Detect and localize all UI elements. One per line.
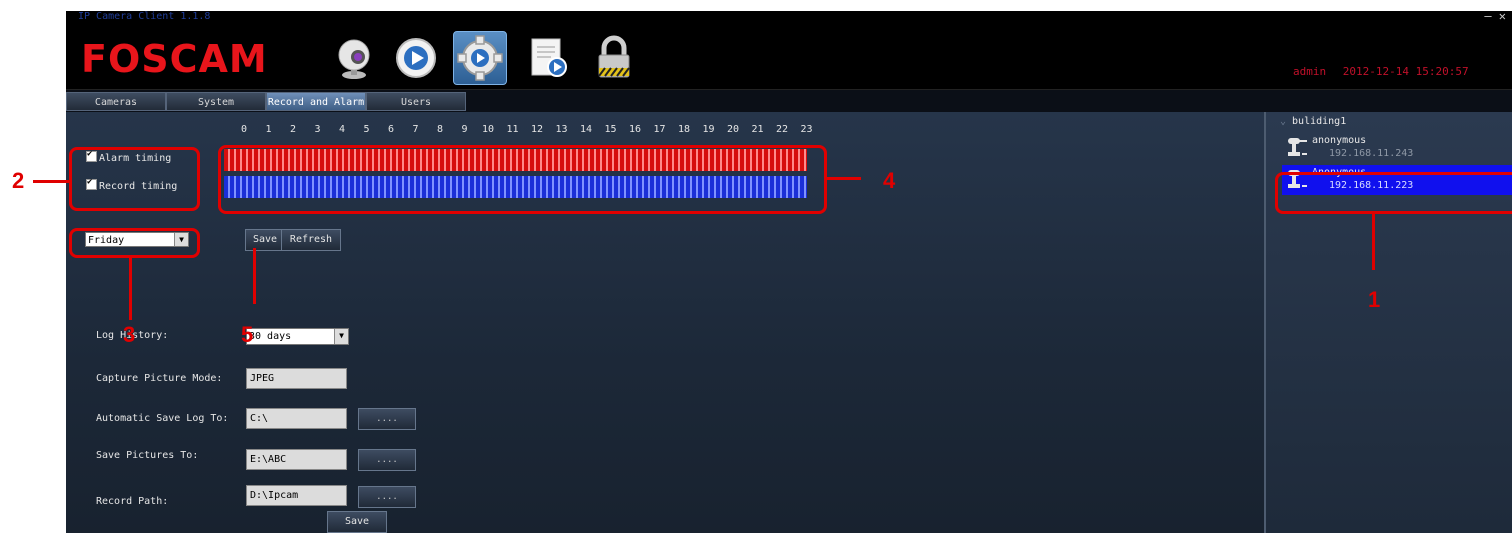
callout-number-5: 5	[241, 322, 254, 347]
callout-line-3	[129, 258, 132, 320]
ip-camera-client-window: IP Camera Client 1.1.8 — ✕ FOSCAM admin …	[66, 11, 1512, 533]
hour-tick-label: 23	[800, 124, 813, 135]
hour-tick-label: 0	[241, 124, 248, 135]
callout-number-4: 4	[883, 168, 896, 193]
hour-tick-label: 16	[629, 124, 642, 135]
callout-line-2	[33, 180, 69, 183]
user-datetime: admin 2012-12-14 15:20:57	[1293, 65, 1469, 78]
hour-tick-label: 12	[531, 124, 544, 135]
hour-tick-label: 14	[580, 124, 593, 135]
hour-tick-label: 11	[506, 124, 519, 135]
tab-cameras[interactable]: Cameras	[66, 92, 166, 111]
hour-tick-label: 13	[555, 124, 568, 135]
foscam-logo: FOSCAM	[81, 37, 268, 81]
refresh-button[interactable]: Refresh	[281, 229, 341, 251]
save-log-label: Automatic Save Log To:	[96, 413, 229, 424]
webcam-icon[interactable]	[331, 35, 377, 81]
callout-box-2	[69, 147, 200, 211]
log-history-value: 30 days	[249, 331, 292, 342]
hour-tick-label: 1	[265, 124, 272, 135]
chevron-down-icon: ⌄	[1280, 116, 1287, 127]
log-document-icon[interactable]	[526, 35, 572, 81]
callout-box-4	[218, 145, 827, 214]
hour-tick-label: 19	[702, 124, 715, 135]
camera-name: anonymous	[1312, 135, 1367, 146]
hour-tick-label: 18	[678, 124, 691, 135]
hour-tick-label: 10	[482, 124, 495, 135]
hour-tick-label: 9	[461, 124, 468, 135]
log-history-select[interactable]: 30 days ▼	[246, 328, 349, 345]
tab-bar: Cameras System Record and Alarm Users	[66, 89, 1512, 112]
save-pictures-browse-button[interactable]: ....	[358, 449, 416, 471]
save-log-browse-button[interactable]: ....	[358, 408, 416, 430]
chevron-down-icon: ▼	[334, 329, 348, 344]
callout-box-3	[69, 228, 200, 258]
gear-icon[interactable]	[453, 31, 507, 85]
lock-icon[interactable]	[591, 35, 637, 81]
save-settings-button[interactable]: Save	[327, 511, 387, 533]
callout-number-1: 1	[1368, 287, 1381, 312]
camera-icon	[1288, 138, 1307, 156]
record-path-field[interactable]: D:\Ipcam	[246, 485, 347, 506]
tree-group-building[interactable]: ⌄ buliding1	[1280, 116, 1346, 127]
callout-number-3: 3	[123, 322, 136, 347]
tab-users[interactable]: Users	[366, 92, 466, 111]
callout-line-5	[253, 248, 256, 304]
save-schedule-button[interactable]: Save	[245, 229, 285, 251]
tab-system[interactable]: System	[166, 92, 266, 111]
hour-tick-label: 4	[339, 124, 346, 135]
hour-tick-label: 22	[776, 124, 789, 135]
callout-number-2: 2	[12, 168, 25, 193]
callout-line-4	[827, 177, 861, 180]
hour-tick-label: 17	[653, 124, 666, 135]
capture-mode-field: JPEG	[246, 368, 347, 389]
title-bar: IP Camera Client 1.1.8 — ✕	[66, 11, 1512, 25]
header: FOSCAM admin 2012-12-14 15:20:57	[66, 25, 1512, 89]
play-icon[interactable]	[393, 35, 439, 81]
hour-tick-label: 3	[314, 124, 321, 135]
hour-tick-label: 21	[751, 124, 764, 135]
camera-ip: 192.168.11.243	[1329, 148, 1414, 159]
window-title: IP Camera Client 1.1.8	[78, 11, 211, 22]
hour-tick-label: 2	[290, 124, 297, 135]
tab-record-and-alarm[interactable]: Record and Alarm	[266, 92, 366, 111]
callout-box-1	[1275, 172, 1512, 214]
datetime: 2012-12-14 15:20:57	[1342, 65, 1469, 78]
save-pictures-label: Save Pictures To:	[96, 450, 199, 461]
camera-item[interactable]: anonymous 192.168.11.243	[1282, 133, 1512, 163]
save-log-field[interactable]: C:\	[246, 408, 347, 429]
hour-tick-label: 6	[388, 124, 395, 135]
hour-tick-label: 5	[363, 124, 370, 135]
window-controls[interactable]: — ✕	[1484, 11, 1506, 23]
hour-tick-label: 8	[437, 124, 444, 135]
group-name: buliding1	[1292, 116, 1347, 127]
record-path-label: Record Path:	[96, 496, 169, 507]
hour-tick-label: 15	[604, 124, 617, 135]
record-path-browse-button[interactable]: ....	[358, 486, 416, 508]
hour-tick-label: 20	[727, 124, 740, 135]
username: admin	[1293, 65, 1327, 78]
hour-tick-label: 7	[412, 124, 419, 135]
callout-line-1	[1372, 214, 1375, 270]
save-pictures-field[interactable]: E:\ABC	[246, 449, 347, 470]
capture-mode-label: Capture Picture Mode:	[96, 373, 223, 384]
